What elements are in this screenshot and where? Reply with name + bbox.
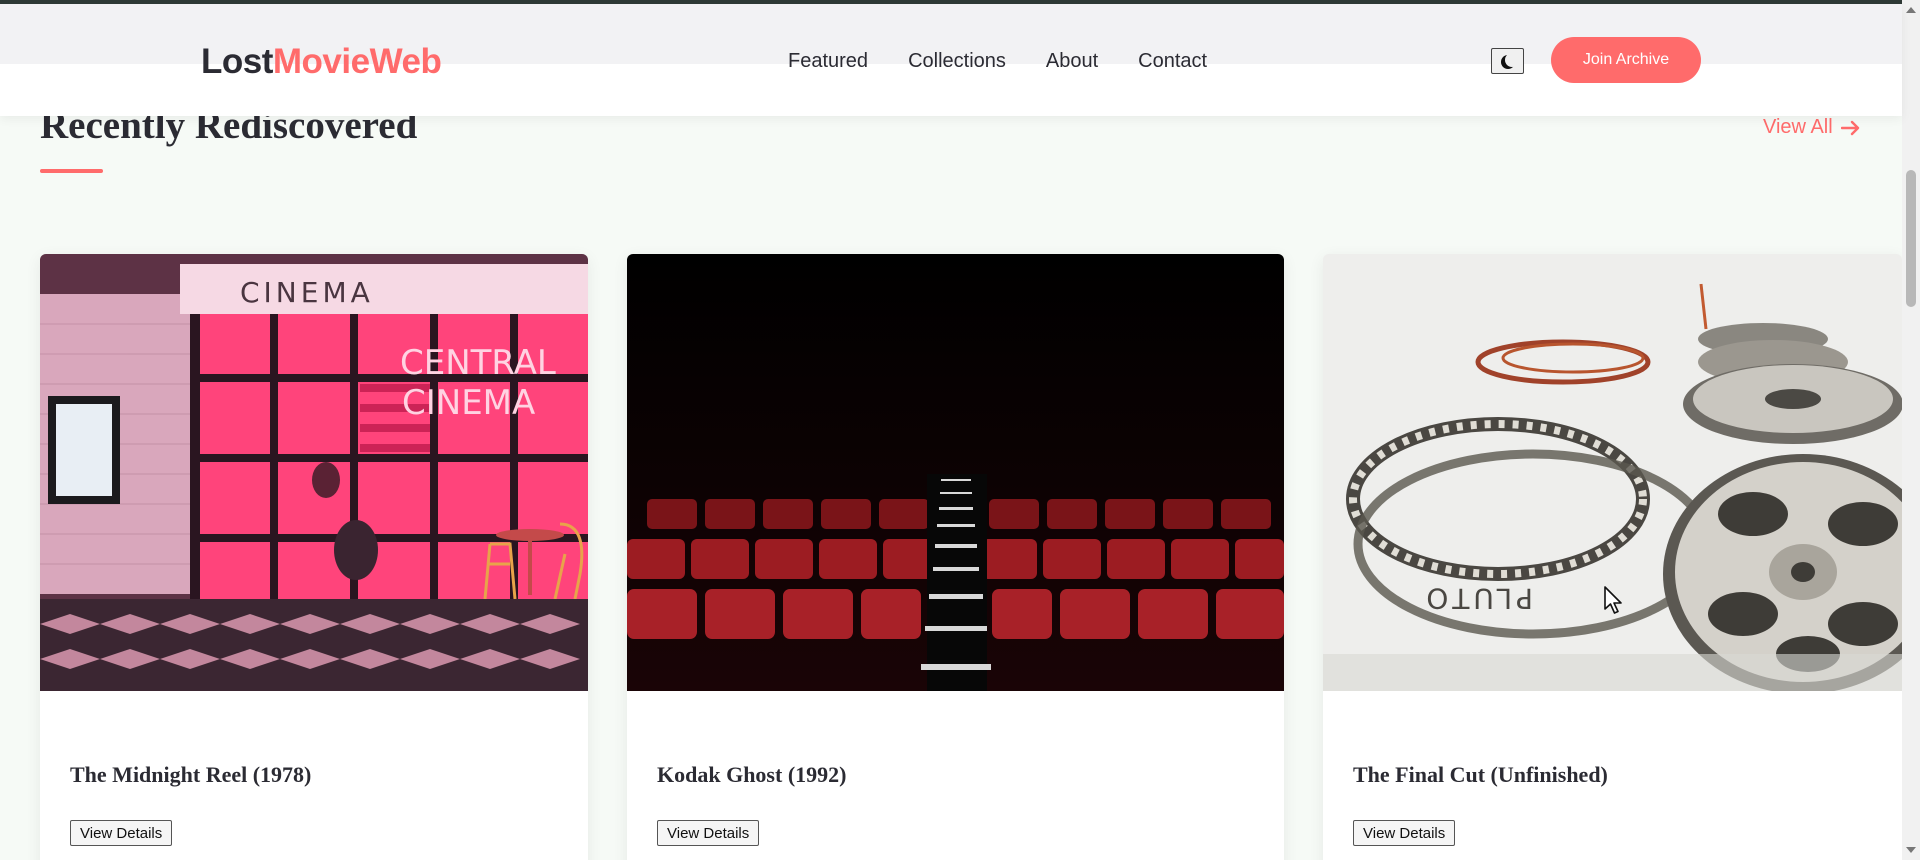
nav-contact[interactable]: Contact <box>1138 50 1207 73</box>
scrollbar-thumb[interactable] <box>1906 170 1916 307</box>
view-details-button[interactable]: View Details <box>1353 820 1456 846</box>
card-title: Kodak Ghost (1992) <box>657 762 847 787</box>
nav-collections[interactable]: Collections <box>908 50 1006 73</box>
card-image-neon-cinema[interactable]: CINEMA CENTRAL CINEMA <box>40 254 588 691</box>
view-details-button[interactable]: View Details <box>70 820 173 846</box>
neon-cinema-text: CINEMA <box>402 383 535 423</box>
moon-icon <box>1505 53 1519 67</box>
mouse-cursor-icon <box>1604 586 1622 614</box>
arrow-right-icon <box>1840 120 1859 135</box>
reel-label-text: PLUTO <box>1422 582 1533 615</box>
logo-text-lost: Lost <box>201 42 273 81</box>
scroll-down-arrow[interactable] <box>1902 842 1920 858</box>
vertical-scrollbar[interactable] <box>1902 0 1920 860</box>
main-nav: Featured Collections About Contact <box>788 50 1207 73</box>
card-image-theater-seats[interactable] <box>627 254 1284 691</box>
title-underline <box>40 169 103 173</box>
card-title: The Final Cut (Unfinished) <box>1353 762 1608 787</box>
scroll-up-arrow[interactable] <box>1902 2 1920 18</box>
film-card: Kodak Ghost (1992) View Details <box>627 254 1284 860</box>
view-all-link[interactable]: View All <box>1763 116 1861 139</box>
site-logo[interactable]: LostMovieWeb <box>201 42 442 82</box>
neon-central-text: CENTRAL <box>400 343 556 383</box>
view-all-label: View All <box>1763 116 1833 138</box>
film-card: CINEMA CENTRAL CINEMA The Midnight Reel … <box>40 254 588 860</box>
site-header: LostMovieWeb Featured Collections About … <box>0 4 1902 116</box>
theme-toggle-button[interactable] <box>1491 48 1524 74</box>
view-details-button[interactable]: View Details <box>657 820 760 846</box>
nav-about[interactable]: About <box>1046 50 1098 73</box>
sign-cinema-text: CINEMA <box>240 276 374 309</box>
film-card: PLUTO The Final Cut (Unfinished) View De… <box>1323 254 1902 860</box>
card-image-film-reels[interactable]: PLUTO <box>1323 254 1902 691</box>
logo-text-movieweb: MovieWeb <box>272 42 442 81</box>
nav-featured[interactable]: Featured <box>788 50 868 73</box>
card-title: The Midnight Reel (1978) <box>70 762 312 787</box>
join-archive-button[interactable]: Join Archive <box>1551 37 1701 83</box>
